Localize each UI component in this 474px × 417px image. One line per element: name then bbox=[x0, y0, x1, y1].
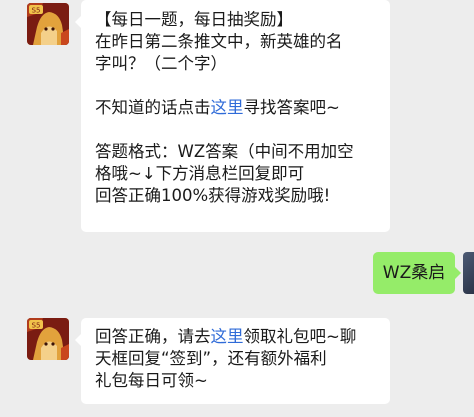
message-line: 答题格式：WZ答案（中间不用加空 bbox=[95, 142, 354, 161]
message-line: 回答正确，请去这里领取礼包吧~聊 bbox=[95, 326, 380, 348]
message-text: 不知道的话点击 bbox=[95, 98, 211, 117]
sender-avatar-icon[interactable]: S5 bbox=[27, 3, 69, 45]
message-line: 回答正确100%获得游戏奖励哦! bbox=[95, 186, 331, 205]
user-avatar-icon[interactable] bbox=[463, 252, 474, 294]
message-line: 在昨日第二条推文中，新英雄的名 bbox=[95, 32, 343, 51]
message-text: 领取礼包吧~聊 bbox=[243, 327, 357, 346]
message-bubble-answer[interactable]: 回答正确，请去这里领取礼包吧~聊 天框回复“签到”，还有额外福利 礼包每日可领~ bbox=[75, 318, 390, 404]
avatar-badge: S5 bbox=[32, 7, 41, 15]
message-bubble-question[interactable]: 【每日一题，每日抽奖励】 在昨日第二条推文中，新英雄的名 字叫？（二个字） 不知… bbox=[75, 0, 390, 232]
answer-link[interactable]: 这里 bbox=[211, 98, 244, 117]
message-line: 字叫？（二个字） bbox=[95, 54, 227, 73]
message-line: 【每日一题，每日抽奖励】 bbox=[95, 10, 293, 29]
avatar-badge: S5 bbox=[32, 322, 41, 330]
message-line: 天框回复“签到”，还有额外福利 bbox=[95, 349, 327, 368]
reply-text: WZ桑启 bbox=[382, 263, 446, 283]
message-text: 回答正确，请去 bbox=[95, 327, 211, 346]
message-line: 不知道的话点击这里寻找答案吧~ bbox=[95, 97, 380, 119]
sender-avatar-icon[interactable]: S5 bbox=[27, 318, 69, 360]
message-text: 寻找答案吧~ bbox=[243, 98, 340, 117]
message-line: 礼包每日可领~ bbox=[95, 371, 208, 390]
message-line: 格哦~↓下方消息栏回复即可 bbox=[95, 164, 305, 183]
gift-link[interactable]: 这里 bbox=[211, 327, 244, 346]
message-bubble-reply[interactable]: WZ桑启 bbox=[373, 252, 461, 294]
